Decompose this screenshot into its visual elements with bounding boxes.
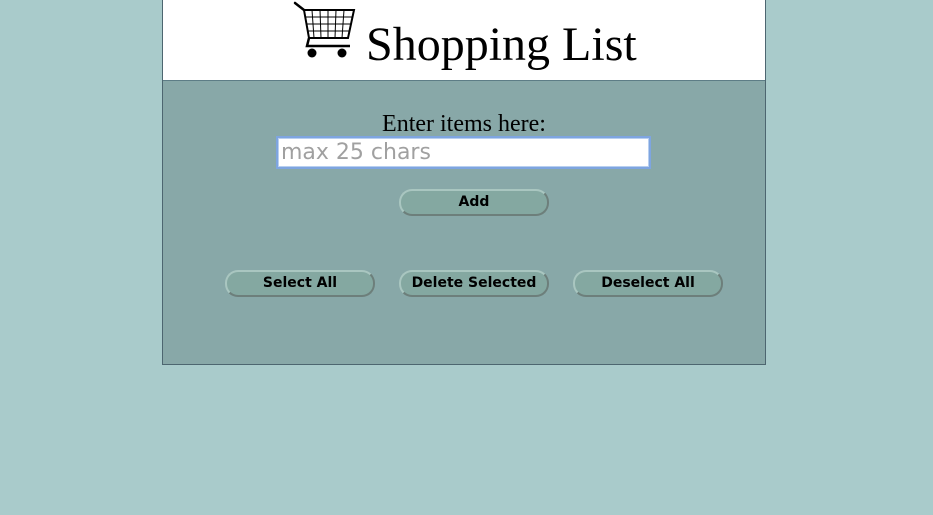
shopping-list-app: Shopping List Enter items here: Add Sele… (162, 0, 766, 365)
delete-selected-button[interactable]: Delete Selected (399, 270, 549, 297)
shopping-cart-icon (293, 1, 356, 58)
item-input[interactable] (276, 136, 651, 169)
add-button[interactable]: Add (399, 189, 549, 216)
deselect-all-button[interactable]: Deselect All (573, 270, 723, 297)
select-all-button[interactable]: Select All (225, 270, 375, 297)
header: Shopping List (163, 0, 765, 81)
page-title: Shopping List (366, 18, 637, 71)
item-prompt-label: Enter items here: (382, 111, 546, 137)
